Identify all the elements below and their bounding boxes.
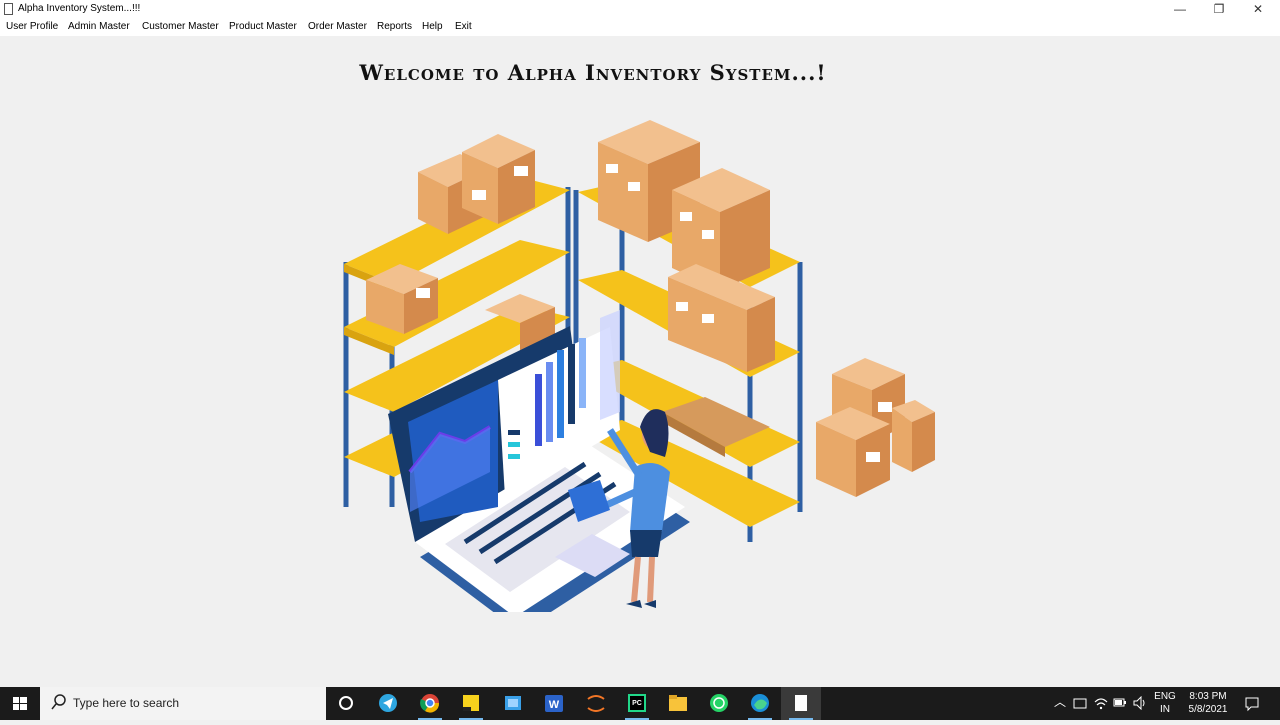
- region-code: IN: [1160, 704, 1170, 715]
- menu-exit[interactable]: Exit: [455, 21, 472, 32]
- main-area: Welcome to Alpha Inventory System...!: [0, 36, 1280, 687]
- language-code: ENG: [1154, 691, 1176, 702]
- svg-text:W: W: [549, 699, 560, 711]
- file-explorer-icon[interactable]: [658, 687, 698, 720]
- warehouse-illustration: [343, 120, 935, 612]
- cortana-icon[interactable]: [326, 687, 366, 720]
- welcome-heading: Welcome to Alpha Inventory System...!: [359, 60, 827, 85]
- chrome-icon[interactable]: [410, 687, 450, 720]
- document-icon[interactable]: [781, 687, 821, 720]
- app-icon[interactable]: [493, 687, 533, 720]
- svg-text:PC: PC: [632, 700, 642, 707]
- windows-icon: [13, 697, 27, 710]
- word-icon[interactable]: W: [534, 687, 574, 720]
- pycharm-icon[interactable]: PC: [617, 687, 657, 720]
- stacked-boxes: [816, 358, 935, 497]
- clock-time: 8:03 PM: [1189, 691, 1227, 702]
- sticky-notes-icon[interactable]: [451, 687, 491, 720]
- start-button[interactable]: [0, 687, 40, 720]
- search-placeholder: Type here to search: [73, 696, 180, 710]
- wifi-icon[interactable]: [1094, 696, 1108, 710]
- maximize-button[interactable]: ❐: [1199, 0, 1239, 19]
- whatsapp-icon[interactable]: [699, 687, 739, 720]
- telegram-icon[interactable]: [368, 687, 408, 720]
- clock[interactable]: 8:03 PM 5/8/2021: [1182, 690, 1234, 716]
- menu-reports[interactable]: Reports: [377, 21, 412, 32]
- clock-date: 5/8/2021: [1188, 704, 1228, 715]
- volume-icon[interactable]: [1132, 696, 1148, 710]
- notifications-icon[interactable]: [1244, 696, 1260, 712]
- taskbar: Type here to search W PC ︿ ENG IN 8:03 P…: [0, 687, 1280, 720]
- menu-order-master[interactable]: Order Master: [308, 21, 367, 32]
- title-bar: Alpha Inventory System...!!! — ❐ ✕: [0, 0, 1280, 19]
- search-icon: [51, 694, 66, 710]
- menu-customer-master[interactable]: Customer Master: [142, 21, 219, 32]
- taskbar-search[interactable]: Type here to search: [40, 687, 326, 720]
- language-indicator[interactable]: ENG IN: [1152, 690, 1178, 716]
- edge-icon[interactable]: [740, 687, 780, 720]
- meet-now-icon[interactable]: [1073, 696, 1087, 710]
- window-title: Alpha Inventory System...!!!: [18, 3, 141, 14]
- menu-admin-master[interactable]: Admin Master: [68, 21, 130, 32]
- menu-product-master[interactable]: Product Master: [229, 21, 297, 32]
- chevron-up-icon[interactable]: ︿: [1050, 696, 1070, 709]
- battery-icon[interactable]: [1113, 697, 1127, 709]
- menu-user-profile[interactable]: User Profile: [6, 21, 58, 32]
- jupyter-icon[interactable]: [576, 687, 616, 720]
- close-button[interactable]: ✕: [1238, 0, 1278, 19]
- minimize-button[interactable]: —: [1160, 0, 1200, 19]
- menu-help[interactable]: Help: [422, 21, 443, 32]
- menu-bar: User Profile Admin Master Customer Maste…: [0, 19, 1280, 36]
- document-icon: [4, 3, 13, 15]
